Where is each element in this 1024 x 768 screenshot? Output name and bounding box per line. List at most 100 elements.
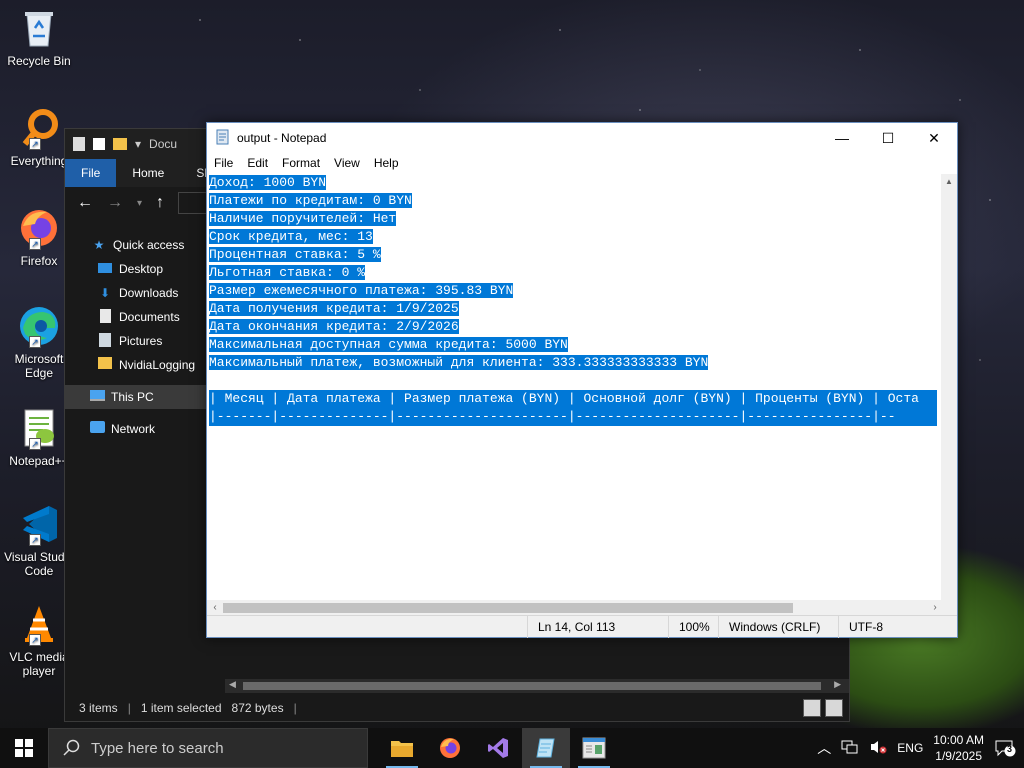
menu-bar: File Edit Format View Help bbox=[207, 153, 957, 173]
menu-edit[interactable]: Edit bbox=[240, 156, 275, 170]
network-icon[interactable] bbox=[841, 739, 859, 758]
status-separator: | bbox=[293, 701, 297, 715]
maximize-icon[interactable]: ☐ bbox=[865, 123, 911, 153]
folder-icon[interactable] bbox=[113, 138, 127, 150]
edge-icon: ↗ bbox=[17, 304, 61, 348]
taskbar: Type here to search ︿ ENG 10:00 AM 1/9/2… bbox=[0, 728, 1024, 768]
clock-date: 1/9/2025 bbox=[935, 749, 982, 763]
view-buttons bbox=[803, 699, 843, 717]
system-tray: ︿ ENG 10:00 AM 1/9/2025 3 bbox=[817, 732, 1024, 764]
clock[interactable]: 10:00 AM 1/9/2025 bbox=[933, 732, 984, 764]
close-icon[interactable]: ✕ bbox=[911, 123, 957, 153]
firefox-icon bbox=[440, 738, 460, 758]
visual-studio-icon bbox=[488, 738, 508, 758]
properties-icon[interactable] bbox=[73, 137, 85, 151]
horizontal-scroll-thumb[interactable] bbox=[223, 603, 793, 613]
clock-time: 10:00 AM bbox=[933, 733, 984, 747]
folder-icon bbox=[391, 741, 413, 757]
text-line: Доход: 1000 BYN bbox=[209, 175, 327, 190]
start-button[interactable] bbox=[0, 728, 48, 768]
scroll-corner bbox=[941, 600, 957, 616]
text-line: Размер ежемесячного платежа: 395.83 BYN bbox=[209, 283, 514, 298]
volume-muted-icon[interactable] bbox=[869, 739, 887, 758]
horizontal-scrollbar[interactable]: ‹ › bbox=[207, 600, 943, 616]
explorer-horizontal-scrollbar[interactable]: ◀ ▶ bbox=[225, 679, 849, 693]
search-placeholder: Type here to search bbox=[91, 739, 224, 757]
dropdown-icon[interactable]: ▾ bbox=[135, 137, 141, 151]
explorer-title: Docu bbox=[149, 137, 178, 151]
scroll-left-icon[interactable]: ‹ bbox=[207, 600, 223, 616]
text-line: Срок кредита, мес: 13 bbox=[209, 229, 373, 244]
scroll-left-icon[interactable]: ◀ bbox=[229, 679, 236, 690]
text-editor-area[interactable]: Доход: 1000 BYN Платежи по кредитам: 0 B… bbox=[209, 174, 943, 600]
table-header-line: | Месяц | Дата платежа | Размер платежа … bbox=[209, 390, 937, 408]
notepad-status-bar: Ln 14, Col 113 100% Windows (CRLF) UTF-8 bbox=[207, 615, 957, 638]
everything-search-icon: ↗ bbox=[17, 106, 61, 150]
text-line: Платежи по кредитам: 0 BYN bbox=[209, 193, 412, 208]
taskbar-app-window[interactable] bbox=[570, 728, 618, 768]
back-arrow-icon[interactable]: ← bbox=[77, 194, 93, 212]
vertical-scrollbar[interactable]: ▲ bbox=[941, 174, 957, 600]
zoom-level: 100% bbox=[668, 615, 718, 638]
input-language[interactable]: ENG bbox=[897, 741, 923, 755]
taskbar-app-notepad[interactable] bbox=[522, 728, 570, 768]
text-line: Дата окончания кредита: 2/9/2026 bbox=[209, 319, 459, 334]
menu-format[interactable]: Format bbox=[275, 156, 327, 170]
window-controls: — ☐ ✕ bbox=[819, 123, 957, 153]
ribbon-tab-home[interactable]: Home bbox=[116, 159, 180, 187]
scrollbar-thumb[interactable] bbox=[243, 682, 821, 690]
sidebar-item-nvidialogging[interactable]: NvidiaLogging bbox=[65, 353, 221, 377]
cursor-position: Ln 14, Col 113 bbox=[527, 615, 668, 638]
recycle-bin-icon bbox=[17, 6, 61, 50]
taskbar-app-file-explorer[interactable] bbox=[378, 728, 426, 768]
text-line: Дата получения кредита: 1/9/2025 bbox=[209, 301, 459, 316]
menu-file[interactable]: File bbox=[207, 156, 240, 170]
firefox-icon: ↗ bbox=[17, 206, 61, 250]
star-icon: ★ bbox=[93, 238, 105, 252]
vscode-icon: ↗ bbox=[17, 502, 61, 546]
minimize-icon[interactable]: — bbox=[819, 123, 865, 153]
text-line: Процентная ставка: 5 % bbox=[209, 247, 381, 262]
sidebar-item-desktop[interactable]: Desktop bbox=[65, 257, 221, 281]
selection-count: 1 item selected bbox=[140, 701, 222, 715]
recent-dropdown-icon[interactable]: ▾ bbox=[137, 198, 142, 209]
ribbon-tab-file[interactable]: File bbox=[65, 159, 117, 187]
notification-count: 3 bbox=[1007, 744, 1013, 754]
scroll-right-icon[interactable]: ▶ bbox=[834, 679, 841, 690]
encoding: UTF-8 bbox=[838, 615, 948, 638]
menu-view[interactable]: View bbox=[327, 156, 367, 170]
sidebar-item-pictures[interactable]: Pictures bbox=[65, 329, 221, 353]
sidebar-item-downloads[interactable]: ⬇ Downloads bbox=[65, 281, 221, 305]
desktop-icon-recycle-bin[interactable]: Recycle Bin bbox=[2, 6, 76, 68]
vlc-icon: ↗ bbox=[17, 602, 61, 646]
scroll-up-icon[interactable]: ▲ bbox=[941, 174, 957, 190]
table-separator-line: |-------|--------------|----------------… bbox=[209, 408, 937, 426]
selection-size: 872 bytes bbox=[231, 701, 284, 715]
large-icons-view-icon[interactable] bbox=[825, 699, 843, 717]
taskbar-app-visual-studio[interactable] bbox=[474, 728, 522, 768]
details-view-icon[interactable] bbox=[803, 699, 821, 717]
network-icon bbox=[89, 421, 105, 437]
notepad-titlebar[interactable]: output - Notepad — ☐ ✕ bbox=[207, 123, 957, 153]
menu-help[interactable]: Help bbox=[367, 156, 406, 170]
pc-icon bbox=[89, 389, 105, 405]
taskbar-app-firefox[interactable] bbox=[426, 728, 474, 768]
notification-center-icon[interactable]: 3 bbox=[994, 739, 1016, 757]
status-separator: | bbox=[127, 701, 131, 715]
navigation-pane: ★ Quick access Desktop ⬇ Downloads Docum… bbox=[65, 233, 221, 441]
up-arrow-icon[interactable]: ↑ bbox=[156, 194, 164, 212]
checkmark-icon[interactable] bbox=[93, 138, 105, 150]
show-hidden-icons-chevron-icon[interactable]: ︿ bbox=[817, 738, 831, 758]
forward-arrow-icon[interactable]: → bbox=[107, 194, 123, 212]
notepad-window[interactable]: output - Notepad — ☐ ✕ File Edit Format … bbox=[206, 122, 958, 638]
sidebar-item-network[interactable]: Network bbox=[65, 417, 221, 441]
search-icon bbox=[63, 739, 80, 756]
item-count: 3 items bbox=[79, 701, 118, 715]
line-ending: Windows (CRLF) bbox=[718, 615, 838, 638]
sidebar-item-this-pc[interactable]: This PC bbox=[65, 385, 221, 409]
address-bar[interactable] bbox=[178, 192, 209, 214]
taskbar-search-box[interactable]: Type here to search bbox=[48, 728, 368, 768]
window-app-icon bbox=[582, 737, 606, 759]
sidebar-item-quick-access[interactable]: ★ Quick access bbox=[65, 233, 221, 257]
sidebar-item-documents[interactable]: Documents bbox=[65, 305, 221, 329]
